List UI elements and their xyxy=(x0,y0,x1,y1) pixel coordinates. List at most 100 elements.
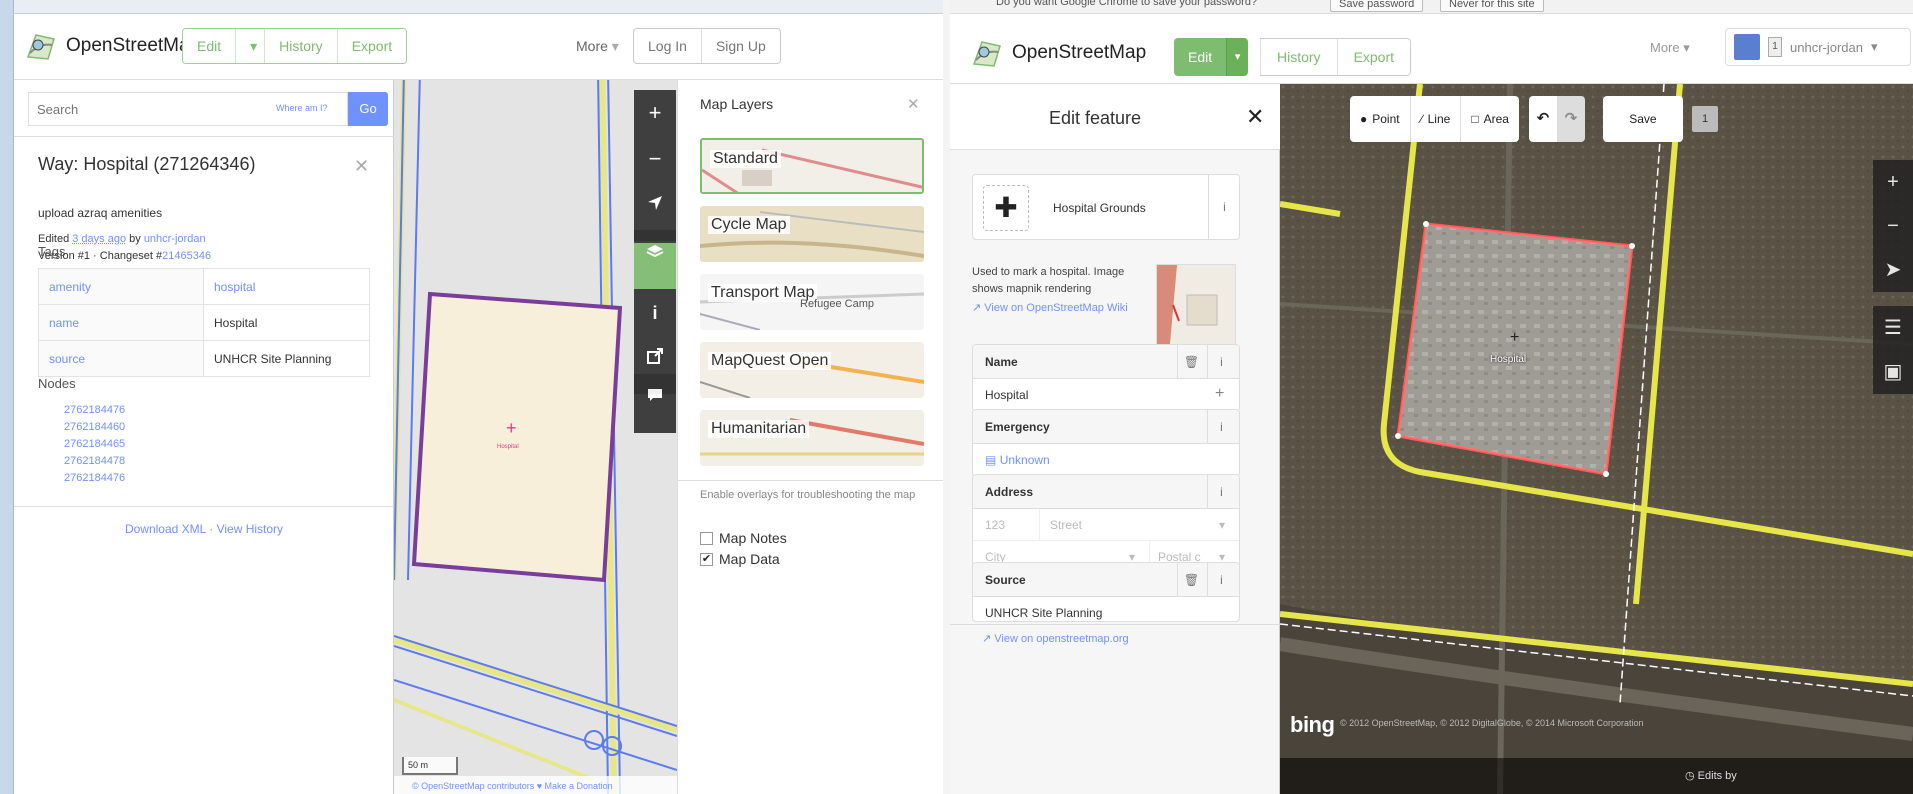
add-point-button[interactable]: ● Point xyxy=(1350,96,1411,142)
tab-export[interactable]: Export xyxy=(1336,39,1410,75)
layer-label: Cycle Map xyxy=(708,216,790,234)
tab-history[interactable]: History xyxy=(1260,39,1337,75)
tag-key[interactable]: name xyxy=(38,304,204,341)
layer-mapquest-open[interactable]: MapQuest Open xyxy=(700,342,924,398)
imagery-map[interactable]: + Hospital xyxy=(1280,84,1913,794)
zoom-out-button[interactable]: − xyxy=(1873,204,1913,248)
undo-icon[interactable]: ↶ xyxy=(1528,96,1557,142)
zoom-in-button[interactable]: + xyxy=(1873,160,1913,204)
info-icon[interactable]: i xyxy=(1207,475,1235,508)
view-wiki-link[interactable]: ↗ View on OpenStreetMap Wiki xyxy=(972,300,1148,317)
layers-button[interactable] xyxy=(634,243,676,289)
help-button[interactable]: ▣ xyxy=(1873,350,1913,394)
divider xyxy=(14,506,394,507)
overlay-map-data[interactable]: ✔ Map Data xyxy=(700,551,780,567)
checkbox-checked[interactable]: ✔ xyxy=(700,552,713,566)
trash-icon[interactable]: 🗑 xyxy=(1177,563,1205,596)
tag-key[interactable]: amenity xyxy=(38,268,204,305)
info-icon[interactable]: i xyxy=(1207,563,1235,596)
node-link[interactable]: 2762184460 xyxy=(64,419,125,436)
signup-button[interactable]: Sign Up xyxy=(702,29,780,63)
close-icon[interactable]: ✕ xyxy=(907,95,920,113)
user-menu[interactable]: 1 unhcr-jordan ▾ xyxy=(1725,28,1911,66)
source-input[interactable]: UNHCR Site Planning xyxy=(973,597,1239,621)
chevron-down-icon: ▾ xyxy=(611,38,619,54)
external-link-icon: ↗ xyxy=(972,302,982,314)
bottom-links: Download XML · View History xyxy=(124,522,284,536)
layer-transport-map[interactable]: Transport Map Refugee Camp xyxy=(700,274,924,330)
tag-value[interactable]: hospital xyxy=(203,268,370,305)
preset-card[interactable]: ✚ Hospital Grounds i xyxy=(972,174,1240,240)
note-icon xyxy=(648,389,662,401)
where-am-i-link[interactable]: Where am I? xyxy=(276,103,328,113)
background-layers-button[interactable]: ☰ xyxy=(1873,306,1913,350)
osm-logo[interactable]: OpenStreetMap xyxy=(24,31,200,61)
layer-cycle-map[interactable]: Cycle Map xyxy=(700,206,924,262)
info-icon[interactable]: i xyxy=(1207,410,1235,443)
tab-edit[interactable]: Edit xyxy=(183,29,237,63)
close-icon[interactable]: ✕ xyxy=(354,156,369,177)
layer-standard[interactable]: Standard xyxy=(700,138,924,194)
edit-dropdown-caret[interactable]: ▾ xyxy=(1226,38,1249,76)
node-link[interactable]: 2762184478 xyxy=(64,453,125,470)
view-history-link[interactable]: View History xyxy=(217,522,283,536)
node-link[interactable]: 2762184476 xyxy=(64,402,125,419)
map-footer xyxy=(1280,758,1913,794)
street-input[interactable]: Street xyxy=(1039,509,1082,541)
layer-humanitarian[interactable]: Humanitarian xyxy=(700,410,924,466)
add-area-button[interactable]: □ Area xyxy=(1461,96,1519,142)
add-icon[interactable]: + xyxy=(1215,385,1224,403)
tab-history[interactable]: History xyxy=(265,29,338,63)
browser-chrome xyxy=(0,0,943,14)
more-menu[interactable]: More ▾ xyxy=(1650,40,1690,56)
tag-key[interactable]: source xyxy=(38,340,204,377)
name-input[interactable]: Hospital xyxy=(973,379,1239,411)
imagery-attribution[interactable]: © 2012 OpenStreetMap, © 2012 DigitalGlob… xyxy=(1340,718,1644,728)
emergency-check[interactable]: ▤ Unknown xyxy=(973,444,1239,476)
field-name: Name 🗑 i Hospital + xyxy=(972,344,1240,412)
search-go-button[interactable]: Go xyxy=(348,92,388,126)
overlay-map-notes[interactable]: Map Notes xyxy=(700,530,787,546)
save-button[interactable]: Save xyxy=(1602,96,1683,142)
node-link[interactable]: 2762184476 xyxy=(64,470,125,487)
osm-logo[interactable]: OpenStreetMap xyxy=(970,38,1146,68)
note-control xyxy=(634,374,676,433)
overlays-note: Enable overlays for troubleshooting the … xyxy=(700,489,916,501)
trash-icon[interactable]: 🗑 xyxy=(1177,345,1205,378)
housenumber-input[interactable]: 123 xyxy=(985,518,1005,532)
redo-icon[interactable]: ↷ xyxy=(1556,96,1585,142)
osm-logo-icon xyxy=(972,41,1001,67)
download-xml-link[interactable]: Download XML xyxy=(125,522,206,536)
more-menu[interactable]: More ▾ xyxy=(576,38,619,55)
user-link[interactable]: unhcr-jordan xyxy=(144,233,206,245)
edit-button[interactable]: Edit xyxy=(1174,38,1227,76)
login-button[interactable]: Log In xyxy=(634,29,702,63)
checkbox[interactable] xyxy=(700,531,713,545)
map-attribution[interactable]: © OpenStreetMap contributors ♥ Make a Do… xyxy=(394,776,677,794)
chevron-down-icon[interactable]: ▾ xyxy=(1219,509,1225,541)
close-icon[interactable]: ✕ xyxy=(1246,104,1264,130)
password-prompt: Do you want Google Chrome to save your p… xyxy=(996,0,1258,8)
clock-icon: ◷ xyxy=(1685,770,1695,782)
info-icon[interactable]: i xyxy=(1207,345,1235,378)
bing-logo: bing xyxy=(1290,712,1335,737)
browse-sidebar: Where am I? Go Way: Hospital (271264346)… xyxy=(14,80,394,794)
save-password-button[interactable]: Save password xyxy=(1330,0,1424,12)
zoom-in-button[interactable]: + xyxy=(634,90,676,136)
info-button[interactable]: i xyxy=(634,289,676,335)
zoom-out-button[interactable]: − xyxy=(634,136,676,182)
tab-export[interactable]: Export xyxy=(337,29,407,63)
node-link[interactable]: 2762184465 xyxy=(64,436,125,453)
add-note-button[interactable] xyxy=(634,387,676,433)
edit-dropdown-caret[interactable]: ▾ xyxy=(236,29,266,63)
layer-label: Humanitarian xyxy=(708,420,810,438)
info-icon[interactable]: i xyxy=(1208,175,1240,239)
never-for-site-button[interactable]: Never for this site xyxy=(1440,0,1544,12)
view-on-osm-link[interactable]: ↗ View on openstreetmap.org xyxy=(982,632,1129,645)
add-line-button[interactable]: ∕ Line xyxy=(1411,96,1462,142)
edits-by-toggle[interactable]: ◷ Edits by xyxy=(1685,758,1737,794)
changeset-link[interactable]: 21465346 xyxy=(162,250,211,262)
node-list: 2762184476 2762184460 2762184465 2762184… xyxy=(64,402,125,487)
chevron-down-icon: ▾ xyxy=(1683,40,1690,55)
locate-button[interactable]: ➤ xyxy=(1873,248,1913,292)
